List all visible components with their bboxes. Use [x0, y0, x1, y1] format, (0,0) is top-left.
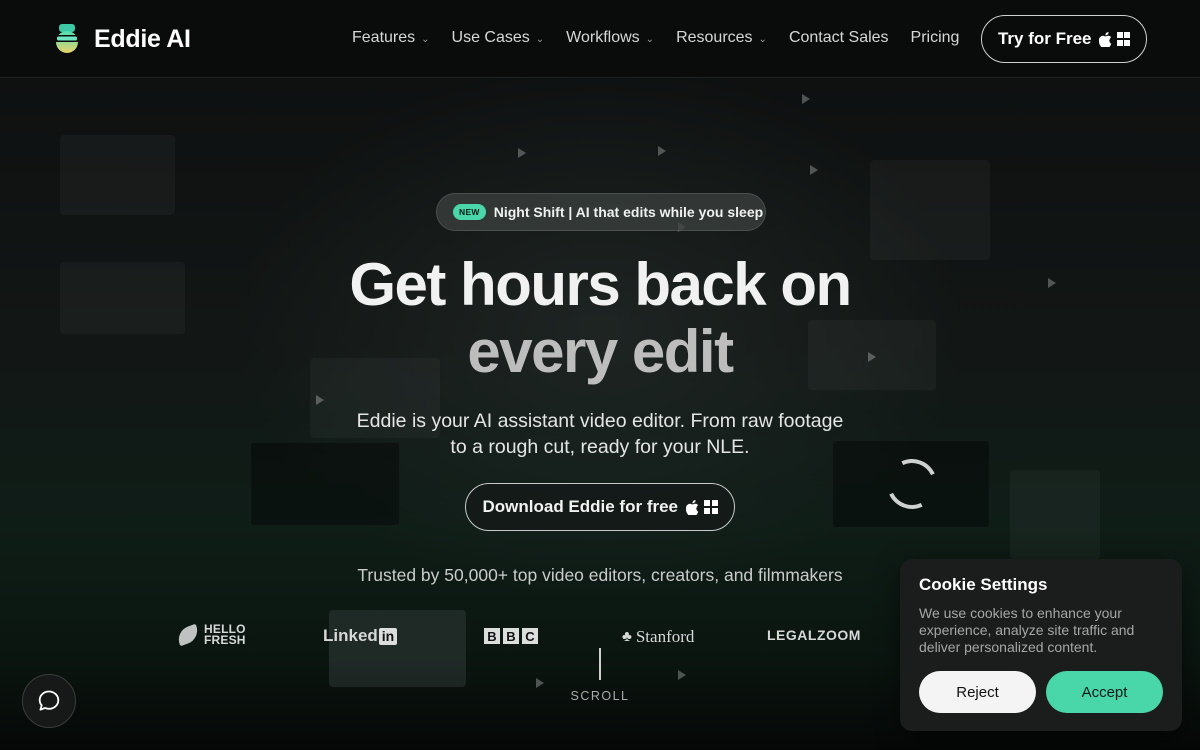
bbc-logo: B B C — [484, 628, 538, 644]
subheadline-line-2: to a rough cut, ready for your NLE. — [450, 436, 750, 458]
play-icon — [678, 670, 686, 680]
subheadline-line-1: Eddie is your AI assistant video editor.… — [356, 410, 844, 432]
download-label: Download Eddie for free — [482, 497, 679, 516]
stanford-text: Stanford — [635, 627, 695, 646]
windows-icon — [1116, 32, 1131, 46]
stanford-tree-icon: ♣ — [622, 628, 632, 645]
play-icon — [536, 678, 544, 688]
video-tile — [60, 135, 175, 215]
accept-button[interactable]: Accept — [1046, 671, 1163, 713]
hellofresh-text: HELLO FRESH — [204, 623, 246, 647]
nav-pricing[interactable]: Pricing — [911, 29, 960, 47]
nav-label: Resources — [676, 29, 753, 46]
cookie-settings-panel: Cookie Settings We use cookies to enhanc… — [900, 559, 1182, 731]
reject-button[interactable]: Reject — [919, 671, 1036, 713]
play-icon — [802, 94, 810, 104]
headline-line-1: Get hours back on — [349, 251, 852, 318]
bbc-letter: B — [484, 628, 500, 644]
bbc-letter: C — [522, 628, 538, 644]
video-tile — [329, 610, 466, 687]
linkedin-in-box: in — [378, 627, 398, 645]
linkedin-logo: Linked in — [323, 626, 398, 646]
stanford-logo: ♣ Stanford — [622, 627, 694, 647]
nav-label: Pricing — [910, 29, 960, 46]
video-tile — [870, 160, 990, 260]
chevron-down-icon: ⌄ — [758, 33, 767, 45]
play-icon — [518, 148, 526, 158]
video-tile — [1010, 470, 1100, 560]
legalzoom-logo: LEGALZOOM — [767, 627, 861, 643]
chevron-down-icon: ⌄ — [535, 33, 545, 45]
download-button[interactable]: Download Eddie for free — [465, 483, 735, 531]
os-icons — [1098, 31, 1131, 47]
main-nav: Features ⌄ Use Cases ⌄ Workflows ⌄ Resou… — [352, 29, 981, 47]
apple-icon — [1098, 31, 1111, 47]
play-icon — [316, 395, 324, 405]
linkedin-text: Linked — [323, 626, 378, 645]
windows-icon — [704, 500, 718, 514]
nav-resources[interactable]: Resources ⌄ — [676, 29, 767, 47]
try-for-free-button[interactable]: Try for Free — [981, 15, 1147, 63]
chevron-down-icon: ⌄ — [421, 33, 430, 45]
top-navbar: Eddie AI Features ⌄ Use Cases ⌄ Workflow… — [0, 0, 1200, 78]
os-icons — [686, 499, 718, 515]
cookie-description: We use cookies to enhance your experienc… — [919, 605, 1135, 655]
hellofresh-logo: HELLO FRESH — [174, 623, 246, 647]
apple-icon — [686, 499, 699, 515]
nav-label: Use Cases — [451, 29, 530, 46]
play-icon — [658, 146, 666, 156]
eddie-logo-icon — [54, 24, 80, 53]
new-tag: NEW — [453, 204, 486, 220]
cookie-actions: Reject Accept — [919, 671, 1163, 713]
nav-label: Contact Sales — [788, 29, 889, 46]
nav-label: Features — [352, 29, 416, 46]
announcement-text: Night Shift | AI that edits while you sl… — [493, 204, 764, 220]
nav-label: Workflows — [566, 29, 640, 46]
nav-features[interactable]: Features ⌄ — [352, 29, 430, 47]
logo[interactable]: Eddie AI — [52, 22, 191, 56]
cta-label: Try for Free — [997, 29, 1092, 48]
chevron-down-icon: ⌄ — [645, 33, 655, 45]
chat-button[interactable] — [22, 674, 76, 728]
headline-line-2: every edit — [467, 318, 734, 385]
nav-use-cases[interactable]: Use Cases ⌄ — [452, 29, 545, 47]
hellofresh-line-2: FRESH — [204, 633, 246, 647]
announcement-badge[interactable]: NEW Night Shift | AI that edits while yo… — [436, 193, 766, 231]
leaf-icon — [174, 623, 202, 647]
nav-contact-sales[interactable]: Contact Sales — [789, 29, 889, 47]
logo-text: Eddie AI — [94, 24, 191, 53]
cookie-title: Cookie Settings — [919, 575, 1048, 594]
scroll-indicator-line — [599, 648, 601, 680]
chat-bubble-icon — [38, 690, 60, 711]
nav-workflows[interactable]: Workflows ⌄ — [566, 29, 654, 47]
bbc-letter: B — [503, 628, 519, 644]
play-icon — [810, 165, 818, 175]
